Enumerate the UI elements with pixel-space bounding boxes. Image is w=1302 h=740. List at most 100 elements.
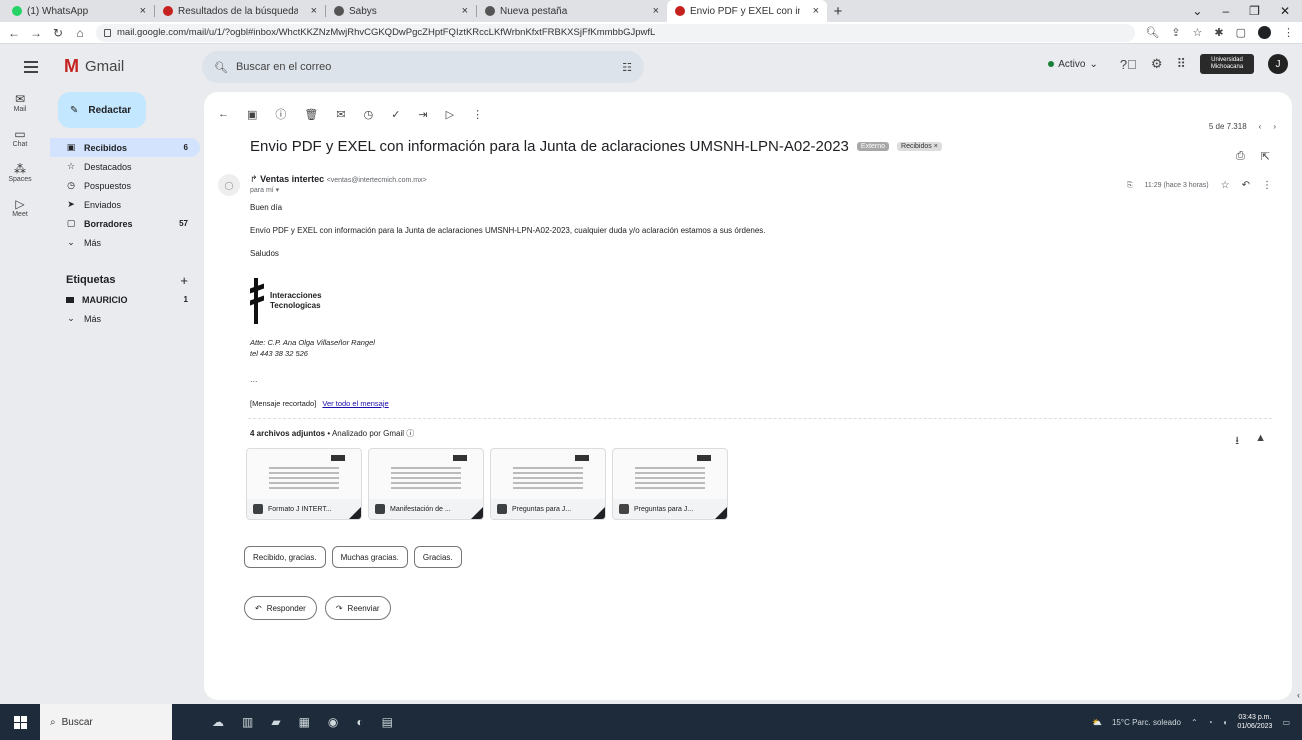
mark-unread-icon[interactable]: ✉ — [336, 108, 345, 121]
network-icon[interactable]: ◔ — [1208, 718, 1213, 727]
settings-gear-icon[interactable]: ⚙ — [1151, 56, 1163, 72]
taskbar-search[interactable]: ⌕ Buscar — [40, 704, 172, 740]
search-options-icon[interactable]: ☷ — [622, 61, 632, 74]
smart-reply-button[interactable]: Gracias. — [413, 546, 462, 568]
rail-item-mail[interactable]: ✉ Mail — [0, 92, 40, 113]
zoom-icon[interactable]: 🔍︎ — [1145, 26, 1159, 39]
smart-reply-button[interactable]: Recibido, gracias. — [244, 546, 326, 568]
report-spam-icon[interactable]: ⓘ — [275, 106, 286, 122]
download-all-icon[interactable]: ⭳ — [1235, 432, 1239, 451]
delete-icon[interactable]: 🗑︎ — [304, 108, 318, 121]
maximize-button[interactable]: ❐ — [1249, 4, 1260, 18]
attachment-card[interactable]: Preguntas para J... — [490, 448, 606, 520]
start-button[interactable] — [0, 704, 40, 740]
nav-item-drafts[interactable]: ▢ Borradores 57 — [50, 214, 200, 233]
account-avatar[interactable]: J — [1268, 54, 1288, 74]
search-input[interactable]: 🔍︎ Buscar en el correo ☷ — [202, 51, 644, 83]
browser-tab-new-tab[interactable]: Nueva pestaña × — [477, 0, 667, 22]
open-in-new-window-icon[interactable]: ⇱ — [1261, 150, 1270, 163]
move-to-icon[interactable]: ⇥ — [418, 108, 427, 121]
view-entire-message-link[interactable]: Ver todo el mensaje — [322, 399, 388, 408]
nav-item-labels-more[interactable]: ⌄ Más — [50, 309, 200, 328]
more-options-icon[interactable]: ⋮ — [1262, 180, 1272, 191]
back-icon[interactable]: ← — [8, 26, 20, 40]
address-bar[interactable]: mail.google.com/mail/u/1/?ogbl#inbox/Whc… — [96, 23, 1136, 42]
task-view-icon[interactable]: ▥ — [242, 715, 253, 729]
forward-icon[interactable]: → — [30, 26, 42, 40]
search-icon[interactable]: 🔍︎ — [214, 61, 228, 74]
smart-reply-button[interactable]: Muchas gracias. — [331, 546, 408, 568]
nav-item-snoozed[interactable]: ◷ Pospuestos — [50, 176, 200, 195]
rail-item-spaces[interactable]: ⁂ Spaces — [0, 162, 40, 183]
minimize-button[interactable]: – — [1222, 4, 1229, 18]
sender-name[interactable]: Ventas intertec — [260, 174, 324, 184]
browser-tab-active-email[interactable]: Envio PDF y EXEL con informac × — [667, 0, 827, 22]
recipient-toggle[interactable]: para mí ▾ — [250, 186, 427, 194]
tray-chevron-icon[interactable]: ⌃ — [1191, 718, 1198, 727]
scroll-left-icon[interactable]: ‹ — [1297, 690, 1300, 700]
save-to-drive-icon[interactable]: ▲ — [1255, 432, 1266, 451]
print-icon[interactable]: ⎙ — [1236, 150, 1245, 163]
browser-tab-search-results[interactable]: Resultados de la búsqueda - jar × — [155, 0, 325, 22]
help-icon[interactable]: ?⃝ — [1120, 57, 1137, 72]
nav-item-more[interactable]: ⌄ Más — [50, 233, 200, 252]
back-to-inbox-icon[interactable]: ← — [218, 108, 229, 120]
browser-tab-sabys[interactable]: Sabys × — [326, 0, 476, 22]
reply-button[interactable]: ↶ Responder — [244, 596, 317, 620]
attachment-card[interactable]: Manifestación de ... — [368, 448, 484, 520]
add-task-icon[interactable]: ✓ — [391, 108, 400, 121]
star-icon[interactable]: ☆ — [1221, 180, 1230, 191]
bookmark-star-icon[interactable]: ☆ — [1193, 26, 1203, 39]
older-icon[interactable]: › — [1273, 122, 1276, 131]
more-options-icon[interactable]: ⋮ — [472, 108, 483, 121]
reload-icon[interactable]: ↻ — [52, 26, 64, 40]
show-trimmed-content[interactable]: ... — [250, 374, 258, 384]
snooze-icon[interactable]: ◷ — [364, 108, 374, 121]
tab-search-icon[interactable]: ⌄ — [1192, 4, 1202, 18]
file-explorer-icon[interactable]: ▰ — [271, 715, 280, 729]
close-tab-icon[interactable]: × — [813, 5, 819, 17]
close-tab-icon[interactable]: × — [653, 5, 659, 17]
reply-icon[interactable]: ↶ — [1242, 180, 1250, 191]
compose-button[interactable]: ✎ Redactar — [58, 92, 146, 128]
notifications-icon[interactable]: ▭ — [1282, 718, 1290, 727]
nav-item-starred[interactable]: ☆ Destacados — [50, 157, 200, 176]
volume-icon[interactable]: ◖ — [1223, 718, 1228, 727]
label-icon[interactable]: ▷ — [446, 108, 454, 121]
widgets-icon[interactable]: ☁ — [212, 715, 224, 729]
store-icon[interactable]: ▦ — [299, 715, 310, 729]
nav-item-sent[interactable]: ➤ Enviados — [50, 195, 200, 214]
close-tab-icon[interactable]: × — [140, 5, 146, 17]
add-label-icon[interactable]: + — [180, 273, 188, 288]
browser-tab-whatsapp[interactable]: (1) WhatsApp × — [4, 0, 154, 22]
rail-item-meet[interactable]: ▷ Meet — [0, 197, 40, 218]
taskbar-clock[interactable]: 03:43 p.m. 01/06/2023 — [1237, 713, 1272, 731]
browser-menu-icon[interactable]: ⋮ — [1283, 26, 1294, 39]
chrome-icon[interactable]: ◉ — [328, 715, 338, 729]
weather-text[interactable]: 15°C Parc. soleado — [1112, 718, 1181, 727]
sidepanel-icon[interactable]: ▢ — [1236, 26, 1246, 39]
apps-grid-icon[interactable]: ⠿ — [1176, 56, 1186, 72]
nav-item-label-mauricio[interactable]: MAURICIO 1 — [50, 290, 200, 309]
share-icon[interactable]: ⇪ — [1171, 26, 1180, 39]
main-menu-icon[interactable] — [24, 61, 38, 76]
nav-item-inbox[interactable]: ▣ Recibidos 6 — [50, 138, 200, 157]
word-icon[interactable]: ▤ — [382, 715, 393, 729]
extensions-icon[interactable]: ✱ — [1214, 26, 1223, 39]
edge-icon[interactable]: ◐ — [356, 715, 363, 729]
attachment-card[interactable]: Formato J INTERT... — [246, 448, 362, 520]
close-window-button[interactable]: ✕ — [1280, 4, 1290, 18]
gmail-logo[interactable]: M Gmail — [64, 56, 124, 77]
close-tab-icon[interactable]: × — [462, 5, 468, 17]
profile-icon[interactable] — [1258, 26, 1271, 39]
attachment-card[interactable]: Preguntas para J... — [612, 448, 728, 520]
inbox-label-chip[interactable]: Recibidos × — [897, 142, 942, 151]
forward-button[interactable]: ↷ Reenviar — [324, 596, 391, 620]
new-tab-button[interactable]: + — [827, 0, 849, 22]
home-icon[interactable]: ⌂ — [74, 26, 86, 40]
archive-icon[interactable]: ▣ — [247, 108, 257, 121]
newer-icon[interactable]: ‹ — [1259, 122, 1262, 131]
status-selector[interactable]: Activo ⌄ — [1040, 55, 1106, 74]
rail-item-chat[interactable]: ▭ Chat — [0, 127, 40, 148]
close-tab-icon[interactable]: × — [311, 5, 317, 17]
